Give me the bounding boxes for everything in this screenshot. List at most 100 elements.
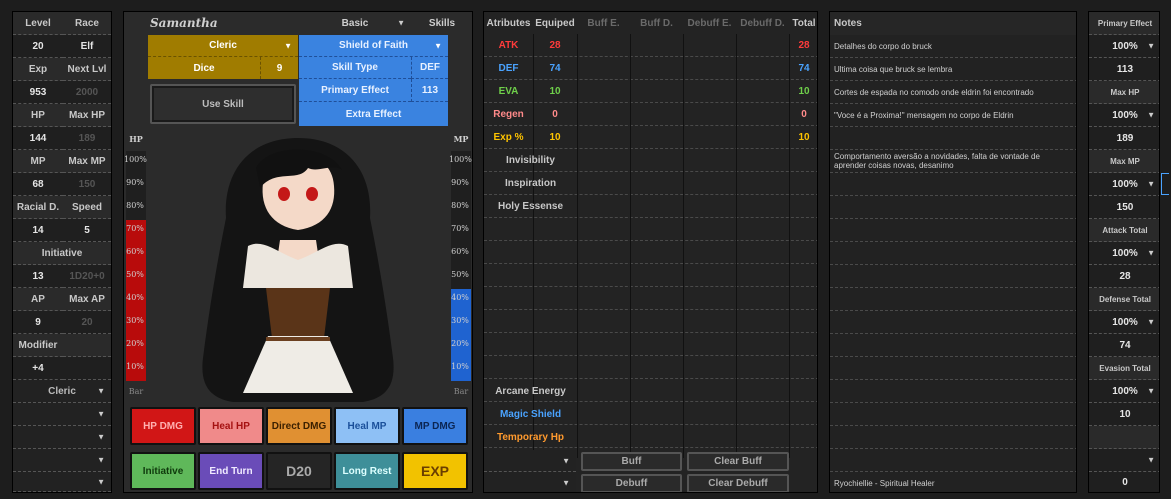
empty-select-3[interactable]: ▼ [13, 449, 111, 472]
use-skill-button[interactable]: Use Skill [150, 84, 296, 124]
evasion-percent-select[interactable]: 100% ▼ [1089, 380, 1159, 403]
buff-button[interactable]: Buff [581, 452, 682, 471]
maxhp-percent-value: 100% [1112, 109, 1138, 121]
speed-value[interactable]: 5 [63, 219, 111, 242]
direct-damage-button[interactable]: Direct DMG [266, 407, 332, 445]
chevron-down-icon: ▼ [97, 477, 105, 486]
attribute-equiped[interactable]: 28 [533, 34, 577, 57]
character-name[interactable]: Samantha [148, 12, 298, 34]
chevron-down-icon: ▼ [1147, 41, 1155, 51]
basic-select[interactable]: Basic ▼ [299, 12, 411, 34]
heal-hp-button[interactable]: Heal HP [198, 407, 264, 445]
attribute-header: Total [792, 17, 816, 29]
hp-percent-scale: 100% 90% 80% 70% 60% 50% 40% 30% 20% 10% [124, 151, 148, 381]
empty-select-4[interactable]: ▼ [13, 472, 111, 492]
debuff-select[interactable]: ▼ [484, 472, 576, 492]
note-empty-row[interactable] [830, 311, 1076, 334]
ap-label: AP [13, 288, 63, 311]
effects-empty-select[interactable]: ▼ [1089, 449, 1159, 472]
note-empty-row[interactable] [830, 288, 1076, 311]
buff-select[interactable]: ▼ [484, 450, 576, 472]
note-empty-row[interactable] [830, 265, 1076, 288]
attribute-equiped[interactable]: 10 [533, 126, 577, 149]
mp-damage-button[interactable]: MP DMG [402, 407, 468, 445]
note-item[interactable]: Cortes de espada no comodo onde eldrin f… [830, 81, 1076, 104]
hp-damage-button[interactable]: HP DMG [130, 407, 196, 445]
notes-footer: Ryochiellie - Spiritual Healer [834, 479, 935, 488]
long-rest-label: Long Rest [342, 465, 392, 477]
heal-mp-button[interactable]: Heal MP [334, 407, 400, 445]
stats-panel: Level Race 20 Elf Exp Next Lvl 953 2000 … [12, 11, 112, 493]
modifier-value[interactable]: +4 [13, 357, 63, 380]
class-dropdown[interactable]: Cleric ▼ [148, 35, 298, 57]
note-empty-row[interactable] [830, 403, 1076, 426]
level-value[interactable]: 20 [13, 35, 63, 58]
attack-percent-select[interactable]: 100% ▼ [1089, 242, 1159, 265]
attribute-equiped[interactable]: 10 [533, 80, 577, 103]
percent-tick: 30% [126, 316, 144, 325]
note-empty-row[interactable] [830, 173, 1076, 196]
percent-tick: 40% [451, 293, 469, 302]
ap-value[interactable]: 9 [13, 311, 63, 334]
maxhp-percent-select[interactable]: 100% ▼ [1089, 104, 1159, 127]
skill-dropdown[interactable]: Shield of Faith ▼ [299, 35, 448, 57]
note-empty-row[interactable] [830, 196, 1076, 219]
debuff-button[interactable]: Debuff [581, 474, 682, 492]
attribute-header: Atributes [486, 17, 531, 29]
modifier-label-spacer [63, 334, 111, 357]
note-empty-row[interactable] [830, 242, 1076, 265]
hp-value[interactable]: 144 [13, 127, 63, 150]
attributes-header: Atributes Equiped Buff E. Buff D. Debuff E. D… [484, 12, 817, 34]
class-select[interactable]: Cleric ▼ [13, 380, 111, 403]
percent-tick: 40% [126, 293, 144, 302]
initiative-label: Initiative [13, 242, 111, 265]
attribute-name: EVA [498, 86, 519, 97]
attribute-header: Buff E. [587, 17, 620, 29]
attribute-header: Debuff E. [687, 17, 732, 29]
racial-dice-value[interactable]: 14 [13, 219, 63, 242]
clear-debuff-button[interactable]: Clear Debuff [687, 474, 789, 492]
attack-value: 28 [1089, 265, 1159, 288]
note-empty-row[interactable] [830, 334, 1076, 357]
initiative-roll: 1D20+0 [63, 265, 111, 288]
note-empty-row[interactable] [830, 426, 1076, 449]
note-empty-row[interactable] [830, 357, 1076, 380]
chevron-down-icon: ▼ [284, 41, 292, 50]
race-value[interactable]: Elf [63, 35, 111, 58]
maxmp-percent-select[interactable]: 100% ▼ [1089, 173, 1159, 196]
dice-value[interactable]: 9 [260, 57, 298, 79]
exp-value[interactable]: 953 [13, 81, 63, 104]
selection-marker [1161, 173, 1169, 195]
attribute-name: DEF [498, 63, 519, 74]
exp-button[interactable]: EXP [402, 452, 468, 490]
note-item[interactable]: Ultima coisa que bruck se lembra [830, 58, 1076, 81]
note-empty-row[interactable] [830, 380, 1076, 403]
debuff-button-label: Debuff [615, 478, 648, 489]
end-turn-button[interactable]: End Turn [198, 452, 264, 490]
attribute-equiped[interactable]: 0 [533, 103, 577, 126]
note-empty-row[interactable] [830, 449, 1076, 472]
attribute-equiped[interactable]: 74 [533, 57, 577, 80]
max-ap-label: Max AP [63, 288, 111, 311]
defense-percent-select[interactable]: 100% ▼ [1089, 311, 1159, 334]
attribute-name: ATK [498, 40, 519, 51]
note-item[interactable]: Detalhes do corpo do bruck [830, 35, 1076, 58]
note-item[interactable]: Comportamento aversão a novidades, falta… [830, 150, 1076, 173]
next-level-label: Next Lvl [63, 58, 111, 81]
initiative-value[interactable]: 13 [13, 265, 63, 288]
empty-select-2[interactable]: ▼ [13, 426, 111, 449]
note-item[interactable]: "Voce é a Proxima!" mensagem no corpo de… [830, 104, 1076, 127]
clear-buff-button[interactable]: Clear Buff [687, 452, 789, 471]
note-empty-row[interactable] [830, 219, 1076, 242]
long-rest-button[interactable]: Long Rest [334, 452, 400, 490]
chevron-down-icon: ▼ [97, 409, 105, 419]
initiative-button[interactable]: Initiative [130, 452, 196, 490]
primary-percent-select[interactable]: 100% ▼ [1089, 35, 1159, 58]
note-item[interactable] [830, 127, 1076, 150]
attributes-panel: Atributes Equiped Buff E. Buff D. Debuff E. D… [483, 11, 818, 493]
empty-select-1[interactable]: ▼ [13, 403, 111, 426]
character-portrait-image [202, 138, 394, 402]
percent-tick: 20% [451, 339, 469, 348]
mp-value[interactable]: 68 [13, 173, 63, 196]
d20-button[interactable]: D20 [266, 452, 332, 490]
